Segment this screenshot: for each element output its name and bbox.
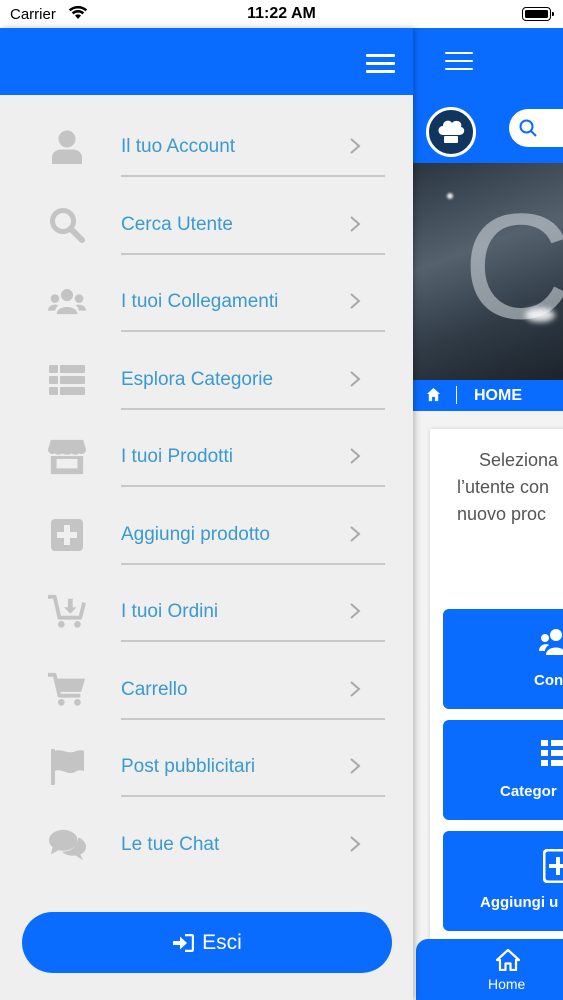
plus-square-icon [48,516,86,554]
menu-item-cart[interactable]: Carrello [0,651,413,729]
tile-label: Categor [500,783,557,800]
intro-line: nuovo proc [457,504,547,524]
store-icon [48,438,86,476]
tile-label: Aggiungi u [480,894,559,911]
clock: 11:22 AM [247,5,316,22]
menu-item-products[interactable]: I tuoi Prodotti [0,418,413,496]
search-field[interactable] [509,109,563,147]
divider [121,717,385,720]
users-icon [48,283,86,321]
home-icon[interactable] [426,387,441,407]
chevron-right-icon [349,447,361,470]
menu-item-label: Post pubblicitari [121,756,256,777]
bottom-tab-home[interactable]: Home [416,939,563,1000]
chevron-right-icon [349,370,361,393]
menu-item-search-user[interactable]: Cerca Utente [0,186,413,264]
menu-item-ads[interactable]: Post pubblicitari [0,728,413,806]
users-icon [539,627,563,662]
user-icon [48,128,86,166]
home-card: Seleziona l’utente con nuovo proc Con Ca… [430,429,563,969]
tile-categories[interactable]: Categor [443,720,563,820]
menu-item-categories[interactable]: Esplora Categorie [0,341,413,419]
menu-item-label: Cerca Utente [121,213,233,235]
app-header [413,95,563,163]
breadcrumb-separator [456,386,457,404]
menu-item-label: Il tuo Account [121,136,236,157]
list-icon [48,361,86,399]
drawer-menu: Il tuo Account Cerca Utente I tuoi Colle… [0,108,413,883]
app-top-bar [413,28,563,95]
flag-icon [48,748,86,786]
plus-square-icon [542,848,563,888]
intro-line: Seleziona [479,450,559,470]
menu-item-chat[interactable]: Le tue Chat [0,806,413,884]
divider [121,485,385,487]
chevron-right-icon [349,680,361,703]
status-bar: Carrier 11:22 AM [0,0,563,28]
search-icon [48,206,86,244]
menu-item-label: I tuoi Ordini [121,601,219,622]
divider [121,407,385,410]
bottom-tab-label: Home [488,976,526,992]
divider [121,562,385,565]
menu-item-label: Esplora Categorie [121,368,274,390]
menu-item-label: I tuoi Prodotti [121,446,233,467]
menu-item-label: Aggiungi prodotto [121,523,270,545]
intro-text: Seleziona l’utente con nuovo proc [457,447,563,528]
divider [121,175,385,177]
battery-icon [522,7,554,21]
chef-hat-logo [426,107,476,157]
logout-label: Esci [202,930,242,954]
cart-icon [48,671,86,709]
tile-add-product[interactable]: Aggiungi u [443,831,563,931]
search-icon [519,119,537,137]
divider [121,640,385,642]
chevron-right-icon [349,215,361,238]
home-icon [495,948,521,976]
home-screen: C HOME Seleziona l’utente con nuovo proc… [413,28,563,1000]
chevron-right-icon [349,835,361,858]
menu-item-label: Le tue Chat [121,833,220,855]
logout-button[interactable]: Esci [22,912,392,973]
hero-image: C [413,163,563,380]
sign-in-icon [172,933,195,952]
tile-connections[interactable]: Con [443,609,563,709]
divider [121,795,385,797]
breadcrumb-current: HOME [474,387,522,404]
chevron-right-icon [349,137,361,160]
menu-item-connections[interactable]: I tuoi Collegamenti [0,263,413,341]
breadcrumb: HOME [413,380,563,411]
side-drawer: Il tuo Account Cerca Utente I tuoi Colle… [0,28,413,1000]
content-area: Seleziona l’utente con nuovo proc Con Ca… [413,411,563,1000]
menu-item-label: Carrello [121,678,188,700]
hamburger-icon[interactable] [366,54,395,74]
cart-download-icon [48,593,86,631]
menu-item-add-product[interactable]: Aggiungi prodotto [0,496,413,574]
intro-line: l’utente con [457,477,550,497]
tile-label: Con [534,672,563,689]
drawer-header [0,28,413,95]
chevron-right-icon [349,292,361,315]
list-icon [541,738,563,773]
chevron-right-icon [349,602,361,625]
menu-item-label: I tuoi Collegamenti [121,291,279,312]
hamburger-icon[interactable] [445,52,473,70]
comments-icon [48,826,86,864]
divider [121,252,385,255]
divider [121,330,385,332]
chevron-right-icon [349,525,361,548]
chevron-right-icon [349,757,361,780]
menu-item-account[interactable]: Il tuo Account [0,108,413,186]
menu-item-orders[interactable]: I tuoi Ordini [0,573,413,651]
